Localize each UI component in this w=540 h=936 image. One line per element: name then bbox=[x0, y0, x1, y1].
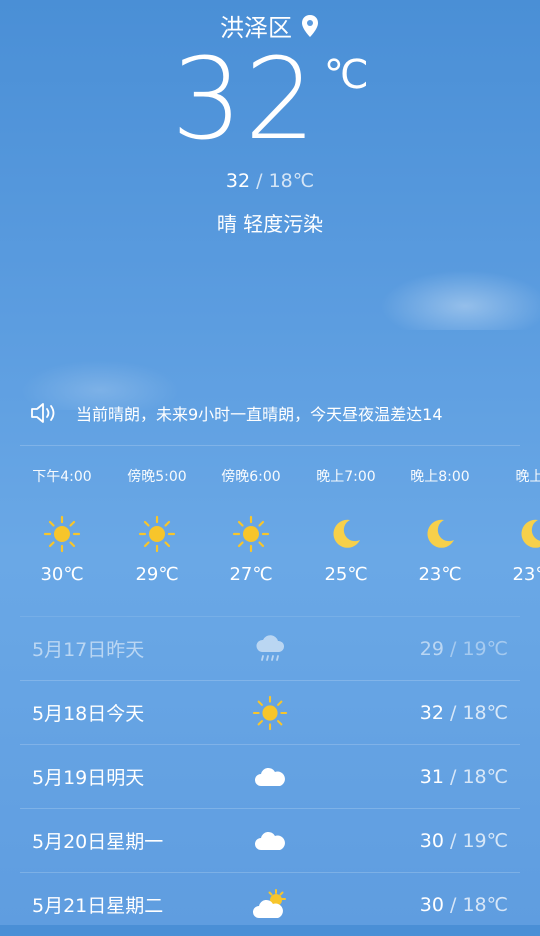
day-date: 5月19日明天 bbox=[32, 767, 145, 789]
hour-time: 晚上7:00 bbox=[316, 469, 376, 485]
day-high: 32 bbox=[419, 701, 444, 724]
hour-temp: 25℃ bbox=[324, 564, 368, 585]
moon-icon bbox=[514, 514, 540, 554]
speaker-icon[interactable] bbox=[30, 402, 60, 424]
day-low: / 18℃ bbox=[450, 893, 508, 916]
day-low: / 18℃ bbox=[450, 765, 508, 788]
day-high: 30 bbox=[419, 893, 444, 916]
rain-cloud-icon bbox=[252, 631, 288, 667]
current-temperature: 32 ℃ bbox=[0, 40, 540, 160]
today-low: / 18℃ bbox=[256, 170, 315, 192]
hour-time: 晚上9 bbox=[515, 469, 540, 485]
day-high: 31 bbox=[419, 765, 444, 788]
sun-icon bbox=[42, 514, 82, 554]
day-date: 5月18日今天 bbox=[32, 703, 145, 725]
day-temp: 32 / 18℃ bbox=[420, 702, 508, 724]
daily-row[interactable]: 5月19日明天 31 / 18℃ bbox=[20, 744, 520, 808]
hour-time: 下午4:00 bbox=[32, 469, 92, 485]
moon-icon bbox=[420, 514, 460, 554]
hour-temp: 29℃ bbox=[135, 564, 179, 585]
hourly-item: 晚上9 23℃ bbox=[487, 466, 540, 585]
temperature-unit: ℃ bbox=[323, 52, 369, 98]
background-cloud bbox=[380, 270, 540, 330]
hour-time: 傍晚6:00 bbox=[221, 469, 281, 485]
hour-temp: 30℃ bbox=[40, 564, 84, 585]
day-high: 29 bbox=[419, 637, 444, 660]
divider bbox=[20, 445, 520, 446]
hourly-item: 傍晚6:00 27℃ bbox=[204, 466, 298, 585]
temperature-value: 32 bbox=[171, 35, 318, 165]
day-low: / 19℃ bbox=[450, 637, 508, 660]
day-date: 5月20日星期一 bbox=[32, 831, 164, 853]
daily-row[interactable]: 5月18日今天 32 / 18℃ bbox=[20, 680, 520, 744]
day-temp: 29 / 19℃ bbox=[420, 638, 508, 660]
day-high: 30 bbox=[419, 829, 444, 852]
daily-row[interactable]: 5月17日昨天 29 / 19℃ bbox=[20, 616, 520, 680]
daily-row[interactable]: 5月21日星期二 30 / 18℃ bbox=[20, 872, 520, 936]
cloud-icon bbox=[252, 759, 288, 795]
weather-condition: 晴 轻度污染 bbox=[216, 212, 324, 236]
day-temp: 30 / 19℃ bbox=[420, 830, 508, 852]
moon-icon bbox=[326, 514, 366, 554]
voice-broadcast[interactable]: 当前晴朗，未来9小时一直晴朗，今天昼夜温差达14 bbox=[30, 396, 530, 430]
day-date: 5月17日昨天 bbox=[32, 639, 145, 661]
hour-temp: 23℃ bbox=[512, 564, 540, 585]
hour-temp: 27℃ bbox=[229, 564, 273, 585]
hourly-item: 晚上7:00 25℃ bbox=[299, 466, 393, 585]
partly-cloudy-icon bbox=[252, 887, 288, 923]
today-range: 32 / 18℃ bbox=[0, 170, 540, 192]
hour-time: 傍晚5:00 bbox=[127, 469, 187, 485]
day-temp: 30 / 18℃ bbox=[420, 894, 508, 916]
day-low: / 18℃ bbox=[450, 701, 508, 724]
daily-row[interactable]: 5月20日星期一 30 / 19℃ bbox=[20, 808, 520, 872]
hourly-item: 傍晚5:00 29℃ bbox=[110, 466, 204, 585]
hour-time: 晚上8:00 bbox=[410, 469, 470, 485]
cloud-icon bbox=[252, 823, 288, 859]
day-temp: 31 / 18℃ bbox=[420, 766, 508, 788]
hourly-item: 晚上8:00 23℃ bbox=[393, 466, 487, 585]
hourly-item: 下午4:00 30℃ bbox=[15, 466, 109, 585]
sun-icon bbox=[231, 514, 271, 554]
hour-temp: 23℃ bbox=[418, 564, 462, 585]
day-date: 5月21日星期二 bbox=[32, 895, 164, 917]
daily-forecast: 5月17日昨天 29 / 19℃ 5月18日今天 32 / 18℃ 5月19日明… bbox=[20, 616, 520, 936]
location-pin-icon bbox=[302, 14, 318, 37]
day-low: / 19℃ bbox=[450, 829, 508, 852]
sun-icon bbox=[252, 695, 288, 731]
today-high: 32 bbox=[225, 170, 251, 192]
notice-text: 当前晴朗，未来9小时一直晴朗，今天昼夜温差达14 bbox=[76, 405, 443, 424]
hourly-forecast[interactable]: 下午4:00 30℃ 傍晚5:00 29℃ 傍晚6:00 27℃ 晚上7:00 … bbox=[15, 466, 540, 606]
sun-icon bbox=[137, 514, 177, 554]
